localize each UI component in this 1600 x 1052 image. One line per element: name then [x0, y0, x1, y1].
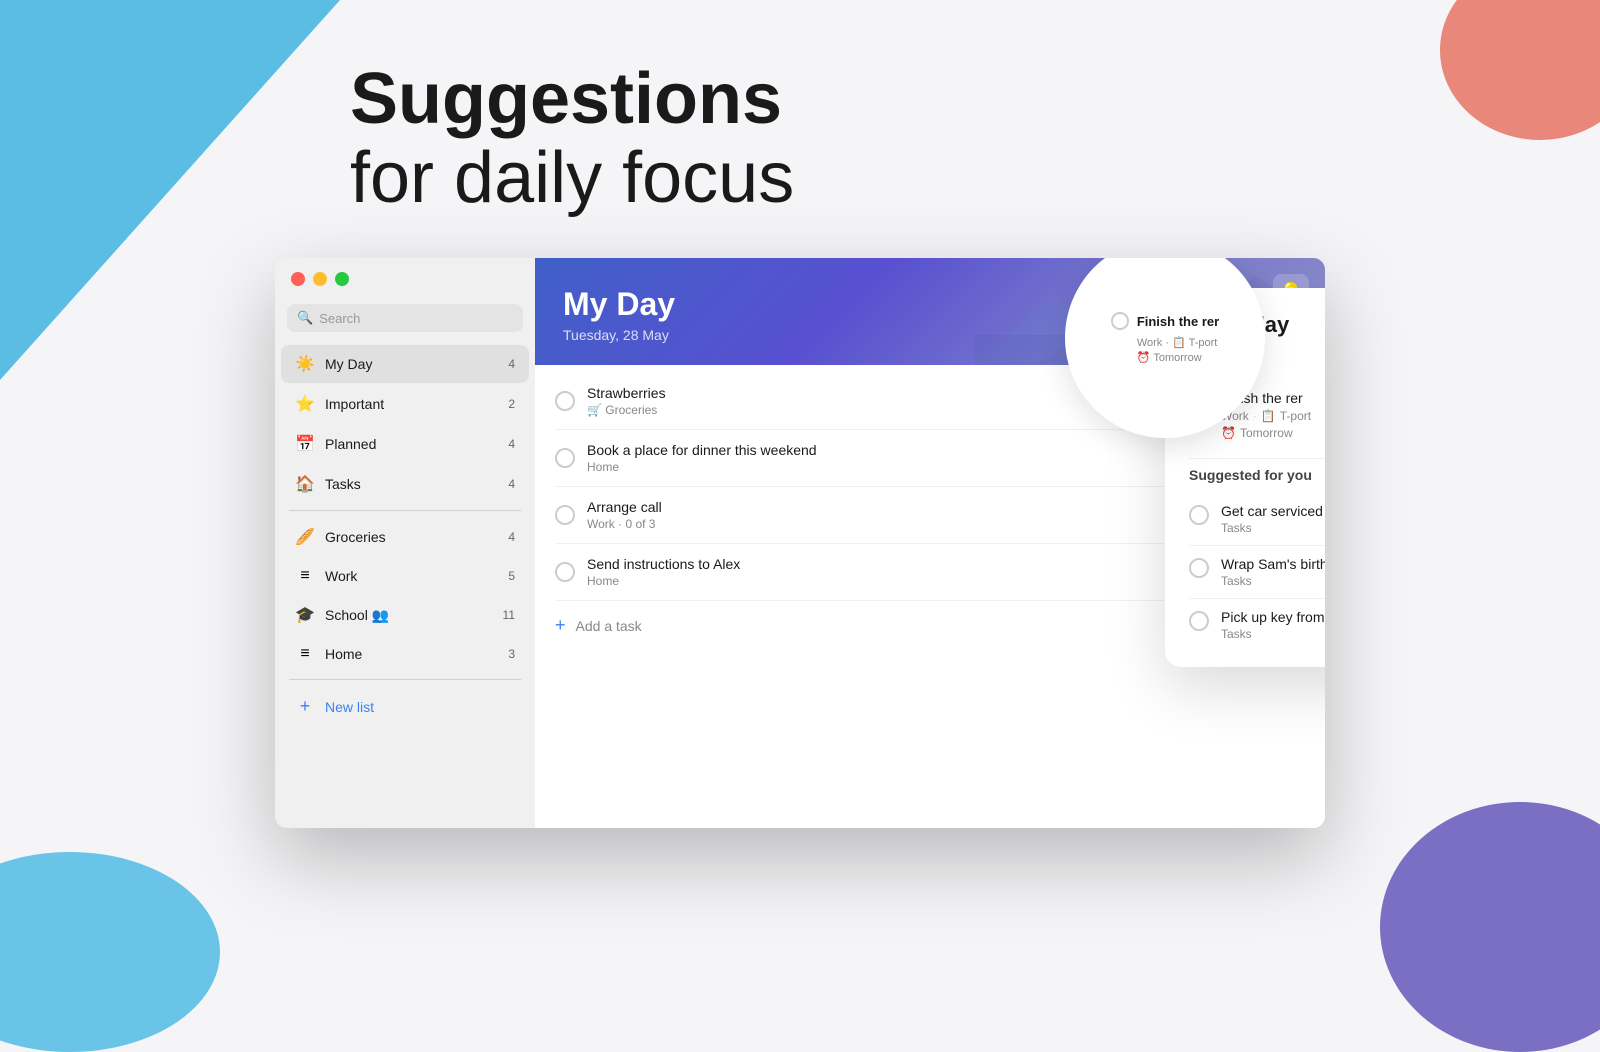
sidebar: 🔍 Search ☀️ My Day 4 ⭐ Important 2 📅 Pla…	[275, 258, 535, 828]
planned-label: Planned	[325, 436, 498, 452]
school-badge: 11	[503, 608, 515, 622]
section-divider	[1189, 458, 1325, 459]
suggestion-meta: Tasks	[1221, 521, 1325, 535]
important-icon: ⭐	[295, 394, 315, 414]
new-list-button[interactable]: + New list	[281, 687, 529, 726]
circle-content: Finish the rer Work · 📋 T-port ⏰ Tomorro…	[1095, 296, 1235, 380]
myday-icon: ☀️	[295, 354, 315, 374]
upcoming-meta: Work · 📋 T-port	[1221, 409, 1325, 423]
sidebar-item-planned[interactable]: 📅 Planned 4	[281, 425, 529, 463]
circle-task-meta: Work · 📋 T-port	[1137, 336, 1219, 349]
upcoming-date: Tomorrow	[1240, 426, 1293, 440]
suggestion-checkbox[interactable]	[1189, 611, 1209, 631]
planned-badge: 4	[508, 437, 515, 451]
suggestion-info: Pick up key from the front office Tasks	[1221, 609, 1325, 641]
suggestion-meta: Tasks	[1221, 627, 1325, 641]
suggestion-info: Get car serviced Tasks	[1221, 503, 1325, 535]
clock-icon: ⏰	[1221, 426, 1236, 440]
minimize-button[interactable]	[313, 272, 327, 286]
add-icon: +	[555, 615, 566, 636]
sidebar-divider	[289, 510, 521, 511]
suggestion-item[interactable]: Get car serviced Tasks +	[1189, 493, 1325, 546]
home-badge: 3	[508, 647, 515, 661]
dot: ·	[1253, 409, 1257, 423]
for-today-container: Finish the rer Work · 📋 T-port ⏰ Tomorro…	[1165, 288, 1325, 667]
suggestion-name: Pick up key from the front office	[1221, 609, 1325, 625]
planned-icon: 📅	[295, 434, 315, 454]
search-box[interactable]: 🔍 Search	[287, 304, 523, 332]
circle-task-date: ⏰ Tomorrow	[1137, 351, 1219, 364]
tasks-label: Tasks	[325, 476, 498, 492]
sidebar-item-groceries[interactable]: 🥖 Groceries 4	[281, 518, 529, 556]
myday-label: My Day	[325, 356, 498, 372]
close-button[interactable]	[291, 272, 305, 286]
heading-sub: for daily focus	[350, 139, 1250, 218]
school-label: School 👥	[325, 607, 493, 624]
important-label: Important	[325, 396, 498, 412]
tasks-icon: 🏠	[295, 474, 315, 494]
search-placeholder: Search	[319, 311, 360, 326]
suggestion-item[interactable]: Wrap Sam's birthday gift Tasks +	[1189, 546, 1325, 599]
task-checkbox[interactable]	[555, 448, 575, 468]
suggestion-checkbox[interactable]	[1189, 558, 1209, 578]
suggestion-name: Wrap Sam's birthday gift	[1221, 556, 1325, 572]
circle-checkbox	[1111, 312, 1129, 330]
groceries-label: Groceries	[325, 529, 498, 545]
sidebar-divider-2	[289, 679, 521, 680]
suggestion-item[interactable]: Pick up key from the front office Tasks …	[1189, 599, 1325, 651]
task-checkbox[interactable]	[555, 505, 575, 525]
school-icon: 🎓	[295, 605, 315, 625]
task-checkbox[interactable]	[555, 562, 575, 582]
home-label: Home	[325, 646, 498, 662]
content-wrapper: Suggestions for daily focus 🔍 Search ☀️ …	[0, 0, 1600, 992]
calendar-icon: 📋	[1261, 409, 1276, 423]
circle-task-row: Finish the rer	[1111, 312, 1219, 330]
upcoming-event: T-port	[1280, 409, 1311, 423]
add-task-label: Add a task	[576, 618, 642, 634]
new-list-icon: +	[295, 696, 315, 717]
sidebar-item-tasks[interactable]: 🏠 Tasks 4	[281, 465, 529, 503]
work-badge: 5	[508, 569, 515, 583]
task-checkbox[interactable]	[555, 391, 575, 411]
app-window: 🔍 Search ☀️ My Day 4 ⭐ Important 2 📅 Pla…	[275, 258, 1325, 828]
suggested-label: Suggested for you	[1189, 467, 1325, 483]
tasks-badge: 4	[508, 477, 515, 491]
search-icon: 🔍	[297, 310, 313, 326]
sidebar-item-school[interactable]: 🎓 School 👥 11	[281, 596, 529, 634]
sidebar-item-home[interactable]: ≡ Home 3	[281, 636, 529, 672]
suggestion-info: Wrap Sam's birthday gift Tasks	[1221, 556, 1325, 588]
sidebar-item-work[interactable]: ≡ Work 5	[281, 558, 529, 594]
sidebar-item-myday[interactable]: ☀️ My Day 4	[281, 345, 529, 383]
heading-main: Suggestions	[350, 60, 1250, 139]
groceries-icon: 🥖	[295, 527, 315, 547]
heading-section: Suggestions for daily focus	[350, 0, 1250, 258]
suggestion-name: Get car serviced	[1221, 503, 1325, 519]
suggestion-meta: Tasks	[1221, 574, 1325, 588]
window-controls	[275, 258, 535, 300]
upcoming-date-row: ⏰ Tomorrow	[1221, 426, 1325, 440]
suggestion-checkbox[interactable]	[1189, 505, 1209, 525]
important-badge: 2	[508, 397, 515, 411]
new-list-label: New list	[325, 699, 515, 715]
circle-task-name: Finish the rer	[1137, 314, 1219, 329]
work-label: Work	[325, 568, 498, 584]
groceries-badge: 4	[508, 530, 515, 544]
myday-badge: 4	[508, 357, 515, 371]
maximize-button[interactable]	[335, 272, 349, 286]
home-icon: ≡	[295, 645, 315, 663]
work-icon: ≡	[295, 567, 315, 585]
sidebar-item-important[interactable]: ⭐ Important 2	[281, 385, 529, 423]
